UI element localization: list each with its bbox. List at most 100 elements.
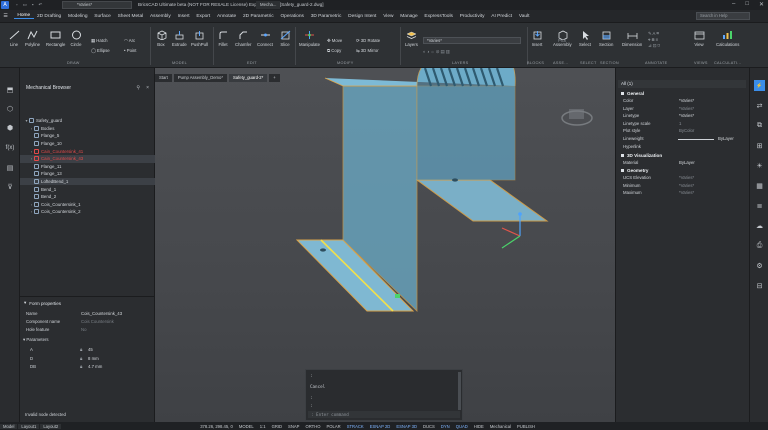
parameter-value[interactable]: 8 mm bbox=[88, 356, 99, 361]
drawing-explorer-icon[interactable]: ⧉ bbox=[754, 120, 765, 131]
library-icon[interactable]: ▤ bbox=[4, 162, 16, 174]
countersink-hole[interactable] bbox=[320, 248, 326, 252]
status-toggle[interactable]: ESNAP 2D bbox=[367, 424, 394, 429]
property-value[interactable]: *Varies* bbox=[679, 106, 694, 111]
tree-node[interactable]: Flange_10 bbox=[20, 140, 155, 148]
new-file-icon[interactable]: ▫ bbox=[16, 2, 18, 8]
undo-icon[interactable]: ↶ bbox=[38, 2, 42, 8]
tab-productivity[interactable]: Productivity bbox=[456, 14, 488, 19]
tree-node[interactable]: › Cois_Countersink_2 bbox=[20, 208, 155, 216]
filter-icon[interactable]: ⊽ bbox=[4, 181, 16, 193]
tree-node[interactable]: Flange_13 bbox=[20, 170, 155, 178]
cloud-icon[interactable]: ☁ bbox=[754, 220, 765, 231]
minimize-button[interactable]: – bbox=[732, 1, 735, 8]
status-toggle[interactable]: MODEL bbox=[236, 424, 257, 429]
components-icon[interactable]: ⊞ bbox=[754, 140, 765, 151]
chamfer-button[interactable]: Chamfer bbox=[235, 29, 251, 47]
list-icon[interactable]: ≣ bbox=[754, 200, 765, 211]
view-button[interactable]: View bbox=[693, 29, 705, 47]
save-icon[interactable]: ▪ bbox=[32, 2, 34, 8]
property-row[interactable]: Name Cois_Countersink_43 bbox=[20, 310, 155, 318]
parameters-header[interactable]: ▾ Parameters bbox=[20, 336, 155, 344]
calculations-button[interactable]: Calculations bbox=[716, 29, 739, 47]
3d-rotate-button[interactable]: ⟳ 3D Rotate bbox=[356, 38, 380, 44]
status-toggle[interactable]: DUCS bbox=[420, 424, 438, 429]
status-toggle[interactable]: QUAD bbox=[453, 424, 471, 429]
app-menu-icon[interactable]: ☰ bbox=[0, 14, 14, 19]
drawing-viewport[interactable]: Start Pump Assembly_Demo* Safety_guard-2… bbox=[155, 68, 615, 422]
connect-button[interactable]: Connect bbox=[257, 29, 273, 47]
tree-node[interactable]: Bend_2 bbox=[20, 193, 155, 201]
geometry-section[interactable]: Geometry bbox=[618, 167, 748, 174]
move-button[interactable]: ✥ Move bbox=[327, 38, 342, 44]
layer-tools-row[interactable]: ◐ ◑ ☼ ⊘ ▤ ▥ bbox=[423, 49, 450, 55]
sheet-icon[interactable]: ⊟ bbox=[754, 280, 765, 291]
property-value[interactable]: *Varies* bbox=[679, 183, 694, 188]
bookmark-icon[interactable]: ⎙ bbox=[754, 240, 765, 251]
tab-modeling[interactable]: Modeling bbox=[65, 14, 91, 19]
status-toggle[interactable]: GRID bbox=[269, 424, 285, 429]
tree-node[interactable]: LoftedBend_1 bbox=[20, 177, 155, 186]
maximize-button[interactable]: □ bbox=[745, 1, 749, 8]
tab-expresstools[interactable]: ExpressTools bbox=[421, 14, 456, 19]
extrude-button[interactable]: Extrude bbox=[172, 29, 187, 47]
property-row[interactable]: Color *Varies* bbox=[618, 97, 748, 105]
tab-assembly[interactable]: Assembly bbox=[147, 14, 175, 19]
tab-sheet-metal[interactable]: Sheet Metal bbox=[114, 14, 146, 19]
property-row[interactable]: Component name Cois Countersink bbox=[20, 318, 155, 326]
status-toggle[interactable]: POLAR bbox=[323, 424, 343, 429]
ellipse-button[interactable]: ◯ Ellipse bbox=[91, 48, 110, 54]
fillet-button[interactable]: Fillet bbox=[217, 29, 229, 47]
mechanical-browser-icon[interactable]: ⬢ bbox=[4, 122, 16, 134]
pushpull-button[interactable]: PushPull bbox=[191, 29, 208, 47]
tab-export[interactable]: Export bbox=[193, 14, 214, 19]
property-row[interactable]: UCS Elevation *Varies* bbox=[618, 174, 748, 182]
property-value[interactable]: 1 bbox=[679, 121, 681, 126]
tree-node[interactable]: Flange_5 bbox=[20, 132, 155, 140]
property-row[interactable]: Linetype *Varies* bbox=[618, 112, 748, 120]
status-toggle[interactable]: 1:1 bbox=[257, 424, 269, 429]
tree-node[interactable]: › Cain_Countersink_43 bbox=[20, 155, 155, 163]
help-search-input[interactable]: Search in Help bbox=[696, 12, 750, 20]
property-row[interactable]: Maximum *Varies* bbox=[618, 189, 748, 197]
status-toggle[interactable]: ORTHO bbox=[302, 424, 323, 429]
tree-node[interactable]: › Cois_Countersink_1 bbox=[20, 201, 155, 209]
parameters-icon[interactable]: f(x) bbox=[4, 142, 16, 154]
status-toggle[interactable]: STRACK bbox=[344, 424, 367, 429]
close-button[interactable]: ✕ bbox=[759, 1, 764, 8]
point-button[interactable]: • Point bbox=[124, 48, 137, 53]
tab-annotate[interactable]: Annotate bbox=[214, 14, 240, 19]
property-value[interactable]: *Varies* bbox=[679, 113, 694, 118]
polyline-button[interactable]: Polyline bbox=[25, 29, 40, 47]
property-row[interactable]: Hole feature No bbox=[20, 326, 155, 334]
insert-button[interactable]: Insert bbox=[531, 29, 543, 47]
layout-tab-model[interactable]: Model bbox=[0, 423, 18, 429]
x-axis-handle[interactable] bbox=[501, 227, 521, 237]
status-toggle[interactable]: SNAP bbox=[285, 424, 302, 429]
annotate-small-tools[interactable]: ✎ A ⌗ ⌖ ⊞ ≡ ⊿ ⊡ ⌑ bbox=[648, 31, 660, 49]
lightbulb-icon[interactable]: ☀ bbox=[754, 160, 765, 171]
tree-node[interactable]: › Cain_Countersink_41 bbox=[20, 147, 155, 155]
property-row[interactable]: Material ByLayer bbox=[618, 159, 748, 167]
selection-filter[interactable]: All (1) bbox=[618, 80, 746, 88]
pick-small[interactable]: Pick bbox=[558, 38, 566, 43]
countersink-hole[interactable] bbox=[452, 178, 458, 182]
select-button[interactable]: Select bbox=[579, 29, 591, 47]
dimension-button[interactable]: Dimension bbox=[622, 29, 642, 47]
property-value[interactable]: *Varies* bbox=[679, 190, 694, 195]
property-value[interactable]: ByColor bbox=[679, 128, 694, 133]
tree-node[interactable]: › Bodies bbox=[20, 125, 155, 133]
expand-icon[interactable]: ▾ bbox=[24, 300, 26, 306]
tree-node[interactable]: Flange_11 bbox=[20, 163, 155, 171]
quick-select-icon[interactable]: ⚡ bbox=[754, 80, 765, 91]
property-value[interactable]: ByLayer bbox=[718, 136, 734, 141]
tab-2d-parametric[interactable]: 2D Parametric bbox=[240, 14, 277, 19]
section-button[interactable]: Section bbox=[599, 29, 613, 47]
status-toggle[interactable]: HIDE bbox=[471, 424, 487, 429]
properties-icon[interactable]: ⇄ bbox=[754, 100, 765, 111]
quick-access-layer-field[interactable]: *Varies* bbox=[62, 1, 132, 9]
status-toggle[interactable]: DYN bbox=[438, 424, 453, 429]
workspace-tab[interactable]: Mecha... bbox=[256, 1, 281, 9]
tab-vault[interactable]: Vault bbox=[515, 14, 532, 19]
status-toggle[interactable]: ESNAP 3D bbox=[393, 424, 420, 429]
